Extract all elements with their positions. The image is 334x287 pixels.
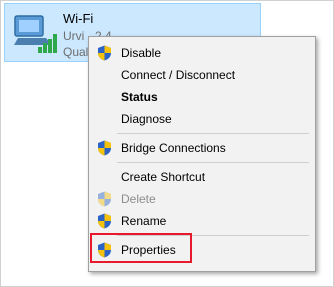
menu-item-properties[interactable]: Properties — [89, 239, 315, 261]
menu-item-label: Bridge Connections — [121, 141, 226, 155]
uac-shield-icon — [98, 213, 111, 229]
adapter-name: Wi-Fi — [63, 11, 94, 26]
uac-shield-icon — [98, 242, 111, 258]
menu-item-status[interactable]: Status — [89, 86, 315, 108]
menu-item-diagnose[interactable]: Diagnose — [89, 108, 315, 130]
menu-item-label: Rename — [121, 214, 167, 228]
menu-item-bridge-connections[interactable]: Bridge Connections — [89, 137, 315, 159]
menu-separator — [117, 133, 309, 134]
uac-shield-icon — [98, 191, 111, 207]
menu-item-label: Properties — [121, 243, 176, 257]
menu-item-label: Connect / Disconnect — [121, 68, 236, 82]
uac-shield-icon — [98, 140, 111, 156]
menu-item-label: Status — [121, 90, 158, 104]
context-menu: Disable Connect / Disconnect Status Diag… — [88, 36, 316, 272]
menu-item-label: Delete — [121, 192, 156, 206]
menu-separator — [117, 235, 309, 236]
menu-item-label: Create Shortcut — [121, 170, 206, 184]
menu-item-delete: Delete — [89, 188, 315, 210]
menu-item-disable[interactable]: Disable — [89, 42, 315, 64]
adapter-description: Qual — [63, 45, 89, 59]
menu-item-label: Diagnose — [121, 112, 172, 126]
menu-item-connect-disconnect[interactable]: Connect / Disconnect — [89, 64, 315, 86]
wifi-adapter-icon — [14, 15, 57, 53]
menu-item-label: Disable — [121, 46, 162, 60]
uac-shield-icon — [98, 45, 111, 61]
menu-item-create-shortcut[interactable]: Create Shortcut — [89, 166, 315, 188]
menu-separator — [117, 162, 309, 163]
menu-item-rename[interactable]: Rename — [89, 210, 315, 232]
